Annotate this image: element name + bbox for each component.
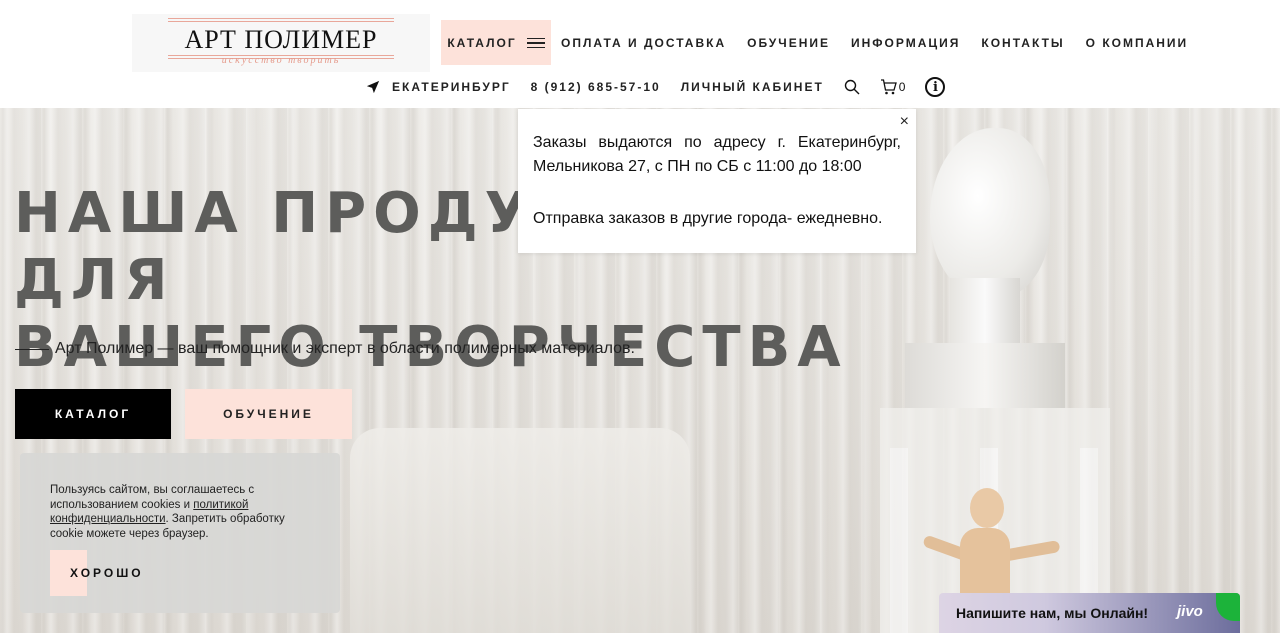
cookie-accept-button[interactable]: ХОРОШО [50, 550, 144, 596]
cart-count: 0 [898, 80, 906, 94]
subtitle-dash [15, 348, 49, 350]
nav-catalog-label: КАТАЛОГ [447, 35, 517, 50]
pickup-info-popup: × Заказы выдаются по адресу г. Екатеринб… [518, 109, 916, 253]
logo[interactable]: АРТ ПОЛИМЕР искусство творить [132, 14, 430, 72]
city-selector[interactable]: ЕКАТЕРИНБУРГ [366, 80, 511, 94]
close-icon[interactable]: × [900, 113, 909, 131]
site-header: АРТ ПОЛИМЕР искусство творить КАТАЛОГ ОП… [0, 0, 1280, 108]
popup-shipping-text: Отправка заказов в другие города- ежедне… [533, 210, 883, 227]
secondary-nav: ЕКАТЕРИНБУРГ 8 (912) 685-57-10 ЛИЧНЫЙ КА… [366, 76, 946, 98]
account-link[interactable]: ЛИЧНЫЙ КАБИНЕТ [681, 80, 824, 94]
nav-item-contacts[interactable]: КОНТАКТЫ [981, 36, 1064, 50]
cookie-banner: Пользуясь сайтом, вы соглашаетесь с испо… [20, 453, 340, 613]
hero-subtitle-text: Арт Полимер — ваш помощник и эксперт в о… [55, 340, 635, 357]
cart-button[interactable]: 0 [880, 79, 906, 95]
location-arrow-icon [366, 80, 380, 94]
chat-label: Напишите нам, мы Онлайн! [956, 605, 1149, 621]
bust-image [900, 128, 1070, 408]
chat-widget[interactable]: Напишите нам, мы Онлайн! jivo [939, 593, 1240, 633]
search-icon[interactable] [844, 79, 860, 95]
stool-image [350, 428, 690, 633]
city-label: ЕКАТЕРИНБУРГ [392, 80, 511, 94]
online-status-indicator [1216, 593, 1240, 621]
chat-brand-logo: jivo [1177, 603, 1203, 620]
nav-item-training[interactable]: ОБУЧЕНИЕ [747, 36, 830, 50]
popup-pickup-text: Заказы выдаются по адресу г. Екатеринбур… [533, 134, 901, 175]
logo-title: АРТ ПОЛИМЕР [184, 25, 378, 54]
menu-icon [526, 37, 545, 49]
cookie-accept-label: ХОРОШО [70, 566, 144, 580]
hero-subtitle: Арт Полимер — ваш помощник и эксперт в о… [15, 340, 635, 358]
hero-training-button[interactable]: ОБУЧЕНИЕ [185, 389, 352, 439]
cookie-text: Пользуясь сайтом, вы соглашаетесь с испо… [50, 484, 285, 540]
nav-item-payment-delivery[interactable]: ОПЛАТА И ДОСТАВКА [561, 36, 726, 50]
logo-tagline: искусство творить [221, 55, 341, 66]
nav-item-information[interactable]: ИНФОРМАЦИЯ [851, 36, 960, 50]
cart-icon [880, 79, 897, 95]
nav-item-about[interactable]: О КОМПАНИИ [1086, 36, 1189, 50]
main-nav: КАТАЛОГ ОПЛАТА И ДОСТАВКА ОБУЧЕНИЕ ИНФОР… [441, 20, 1188, 65]
nav-catalog-button[interactable]: КАТАЛОГ [441, 20, 551, 65]
logo-rule-top [168, 18, 394, 22]
phone-link[interactable]: 8 (912) 685-57-10 [531, 80, 661, 94]
hero-catalog-button[interactable]: КАТАЛОГ [15, 389, 171, 439]
info-icon[interactable]: i [925, 77, 946, 97]
